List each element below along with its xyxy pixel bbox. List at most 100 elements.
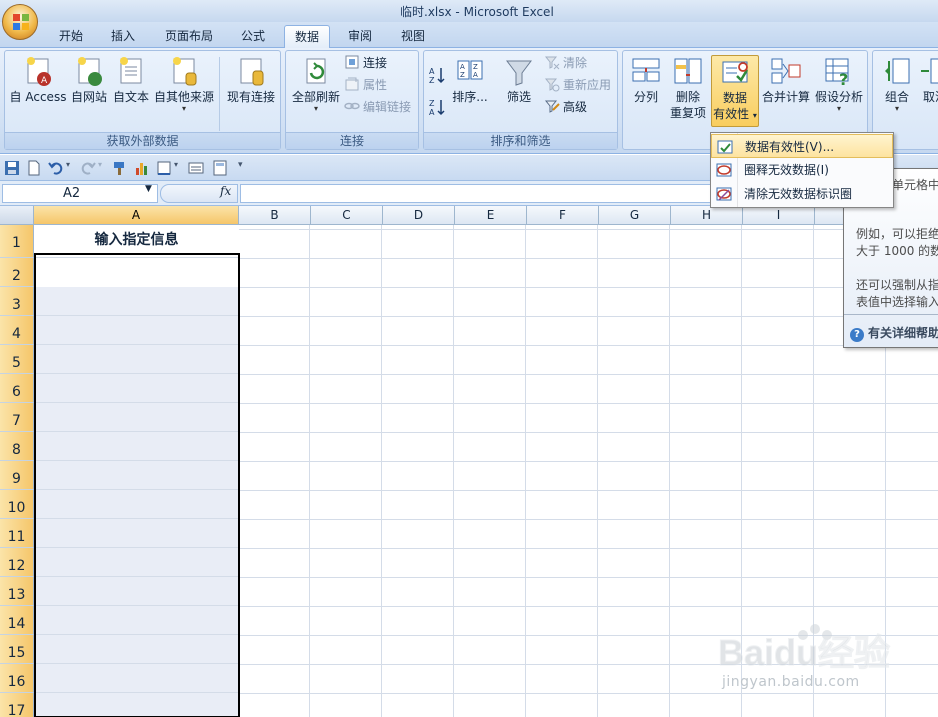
row-header-7[interactable]: 7 [0,403,34,432]
data-validation-menu: 数据有效性(V)... 圈释无效数据(I) 清除无效数据标识圈 [710,132,894,208]
column-header-g[interactable]: G [599,206,671,225]
svg-text:A: A [41,76,48,86]
row-header-13[interactable]: 13 [0,577,34,606]
menu-item-circle-invalid[interactable]: 圈释无效数据(I) [711,158,893,182]
save-icon[interactable] [4,160,20,176]
from-text-button[interactable]: 自文本 [109,55,153,127]
text-to-columns-button[interactable]: 分列 [625,55,667,127]
insert-chart-icon[interactable] [134,160,150,176]
sort-descending-icon[interactable]: ZA [428,97,446,117]
properties-icon [345,77,359,91]
watermark-url: jingyan.baidu.com [722,674,860,690]
filter-button[interactable]: 筛选 [500,55,538,127]
remove-duplicates-button[interactable]: 删除 重复项 [667,55,709,127]
column-header-f[interactable]: F [527,206,599,225]
name-box[interactable]: A2 [2,184,158,203]
sort-ascending-icon[interactable]: AZ [428,65,446,85]
row-header-11[interactable]: 11 [0,519,34,548]
advanced-filter-button[interactable]: 高级 [544,97,587,117]
tab-formulas[interactable]: 公式 [232,25,274,48]
connections-button[interactable]: 连接 [344,53,387,73]
svg-text:Z: Z [460,71,465,79]
tab-data[interactable]: 数据 [284,25,330,48]
column-header-a[interactable]: A [34,206,239,225]
border-dropdown-icon[interactable]: ▾ [174,160,178,169]
menu-item-clear-circles[interactable]: 清除无效数据标识圈 [711,182,893,206]
column-header-b[interactable]: B [239,206,311,225]
refresh-icon [306,58,326,84]
row-header-5[interactable]: 5 [0,345,34,374]
svg-text:Z: Z [429,99,435,108]
consolidate-button[interactable]: 合并计算 [761,55,811,127]
office-button[interactable] [2,4,38,40]
reapply-button[interactable]: 重新应用 [544,75,611,95]
ungroup-button[interactable]: 取消 [917,55,938,127]
new-file-icon[interactable] [26,160,42,176]
refresh-all-button[interactable]: 全部刷新 ▾ [288,55,344,127]
row-header-8[interactable]: 8 [0,432,34,461]
row-header-9[interactable]: 9 [0,461,34,490]
border-icon[interactable] [156,160,172,176]
calculator-icon[interactable] [212,160,228,176]
row-header-10[interactable]: 10 [0,490,34,519]
group-sort-filter: AZ ZA AZZA 排序... 筛选 清除 重新应用 高级 排序和筛选 [423,50,618,150]
sort-button[interactable]: AZZA 排序... [450,55,490,127]
insert-function-icon[interactable]: fx [220,184,231,198]
clear-filter-button[interactable]: 清除 [544,53,587,73]
what-if-analysis-icon: ? [825,58,849,89]
column-header-c[interactable]: C [311,206,383,225]
column-header-h[interactable]: H [671,206,743,225]
column-header-e[interactable]: E [455,206,527,225]
dropdown-arrow-icon: ▾ [181,104,186,113]
form-icon[interactable] [188,160,204,176]
customize-qat-icon[interactable]: ▾ [238,160,243,170]
svg-text:A: A [429,108,435,117]
svg-text:A: A [429,67,435,76]
row-header-4[interactable]: 4 [0,316,34,345]
group-connections: 全部刷新 ▾ 连接 属性 编辑链接 连接 [285,50,419,150]
row-header-16[interactable]: 16 [0,664,34,693]
select-all-button[interactable] [0,206,34,225]
menu-item-data-validation[interactable]: 数据有效性(V)... [711,134,893,158]
format-painter-icon[interactable] [112,160,128,176]
svg-text:Z: Z [429,76,435,85]
link-icon [344,102,360,110]
properties-button[interactable]: 属性 [344,75,387,95]
group-rows-icon [885,58,910,84]
row-header-15[interactable]: 15 [0,635,34,664]
tab-insert[interactable]: 插入 [102,25,144,48]
column-header-d[interactable]: D [383,206,455,225]
tab-review[interactable]: 审阅 [338,25,382,48]
tab-home[interactable]: 开始 [50,25,92,48]
dropdown-arrow-icon: ▾ [752,111,757,120]
tab-view[interactable]: 视图 [392,25,434,48]
from-other-sources-button[interactable]: 自其他来源 ▾ [151,55,217,127]
redo-dropdown-icon[interactable]: ▾ [98,160,102,169]
edit-links-button[interactable]: 编辑链接 [344,97,411,117]
column-header-i[interactable]: I [743,206,815,225]
undo-dropdown-icon[interactable]: ▾ [66,160,70,169]
title-bar: 临时.xlsx - Microsoft Excel [0,0,938,22]
redo-icon[interactable] [80,160,96,176]
tab-page-layout[interactable]: 页面布局 [156,25,222,48]
from-web-button[interactable]: 自网站 [67,55,111,127]
from-access-button[interactable]: A 自 Access [7,55,69,127]
data-validation-button[interactable]: 数据 有效性 ▾ [711,55,759,127]
row-header-14[interactable]: 14 [0,606,34,635]
existing-connections-button[interactable]: 现有连接 [223,55,279,127]
ribbon-tabs: 开始 插入 页面布局 公式 数据 审阅 视图 [0,22,938,48]
tooltip-help-link[interactable]: ? 有关详细帮助 [850,324,938,342]
row-header-6[interactable]: 6 [0,374,34,403]
row-header-17[interactable]: 17 [0,693,34,717]
group-button[interactable]: 组合 ▾ [877,55,917,127]
row-header-12[interactable]: 12 [0,548,34,577]
row-header-1[interactable]: 1 [0,225,34,258]
what-if-analysis-button[interactable]: ? 假设分析 ▾ [813,55,865,127]
undo-icon[interactable] [48,160,64,176]
existing-connections-icon [240,58,264,86]
name-box-dropdown-icon[interactable]: ▼ [145,184,152,194]
data-validation-icon [717,140,733,154]
row-header-3[interactable]: 3 [0,287,34,316]
row-header-2[interactable]: 2 [0,258,34,287]
clear-circles-icon [716,187,732,201]
